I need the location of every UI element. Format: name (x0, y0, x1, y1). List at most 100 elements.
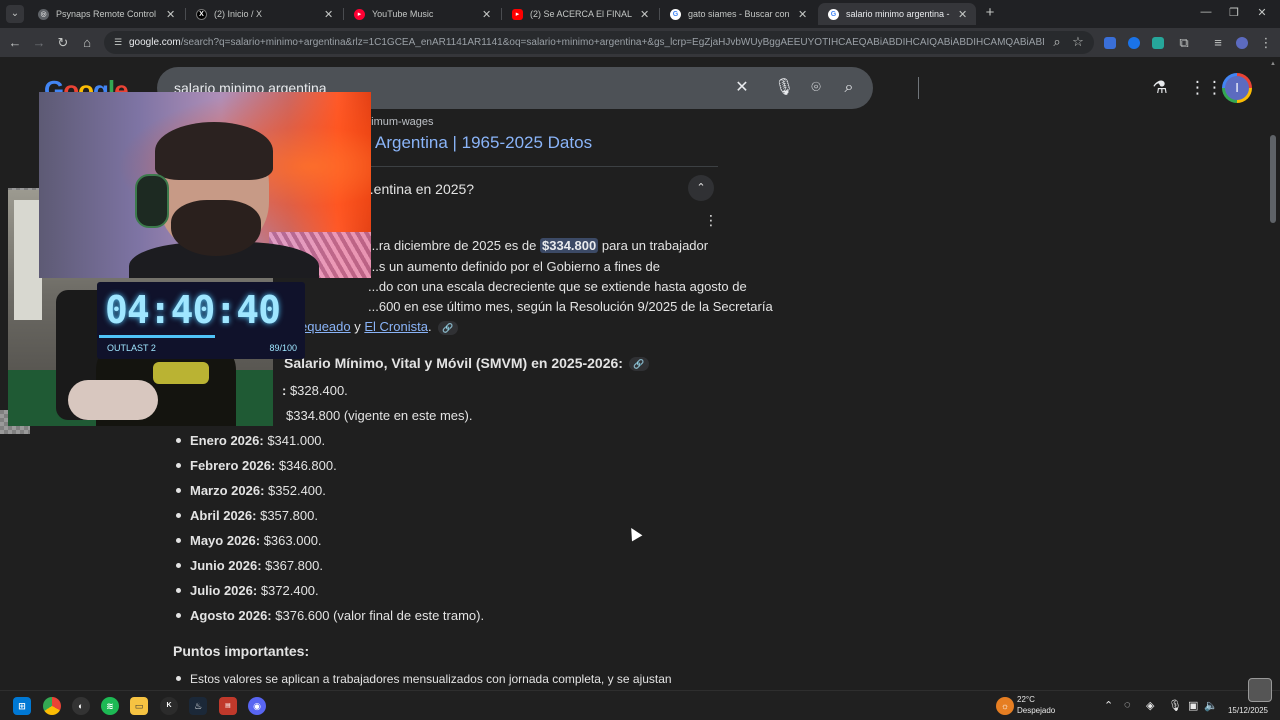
lens-camera-icon[interactable]: ⌾ (807, 79, 825, 97)
spotify-icon[interactable]: ≋ (101, 697, 119, 715)
app-icon[interactable]: ▤ (219, 697, 237, 715)
bookmark-star-icon[interactable]: ☆ (1070, 34, 1086, 50)
faq-question[interactable]: ...entina en 2025? (362, 181, 474, 197)
list-item: Febrero 2026: $346.800. (190, 458, 337, 473)
extensions-puzzle-icon[interactable]: ⧉ (1176, 35, 1192, 51)
tab-salario-minimo[interactable]: G salario minimo argentina - Buscar ✕ (818, 3, 976, 25)
apps-grid-icon[interactable]: ⋮⋮ (1189, 77, 1223, 99)
tab-search-button[interactable]: ⌄ (6, 5, 24, 23)
smvm-heading: Salario Mínimo, Vital y Móvil (SMVM) en … (284, 355, 649, 372)
tab-youtube-music[interactable]: ▸ YouTube Music ✕ (344, 3, 500, 25)
extension-translate-icon[interactable] (1152, 37, 1164, 49)
more-options-icon[interactable]: ⋮ (704, 213, 718, 227)
reading-list-icon[interactable]: ≡ (1210, 35, 1226, 51)
points-heading: Puntos importantes: (173, 643, 310, 659)
list-item: Julio 2026: $372.400. (190, 583, 319, 598)
close-icon[interactable]: ✕ (166, 8, 176, 21)
kick-app-icon[interactable]: K (160, 697, 178, 715)
weather-icon[interactable]: ☼ (996, 697, 1014, 715)
answer-line-5: equeado y El Cronista. 🔗 (300, 319, 458, 335)
list-item: Marzo 2026: $352.400. (190, 483, 326, 498)
tray-app-icon[interactable]: ◌ (1124, 699, 1131, 711)
back-icon[interactable]: ← (7, 35, 23, 51)
chevron-up-icon[interactable]: ⌃ (688, 175, 714, 201)
avatar[interactable]: I (1222, 73, 1252, 103)
microphone-icon[interactable]: 🎙 (1168, 699, 1182, 712)
steam-icon[interactable]: ♨ (189, 697, 207, 715)
chevron-up-icon[interactable]: ⌃ (1104, 699, 1113, 712)
site-info-icon[interactable]: ☰ (112, 36, 124, 48)
minimize-icon[interactable]: — (1198, 6, 1214, 18)
divider (362, 166, 718, 167)
restore-icon[interactable]: ❐ (1226, 6, 1242, 19)
search-icon[interactable]: ⌕ (840, 79, 858, 97)
youtube-music-icon: ▸ (354, 8, 365, 20)
link-icon[interactable]: 🔗 (628, 357, 649, 372)
source-link-el-cronista[interactable]: El Cronista (364, 319, 428, 334)
close-icon[interactable]: ✕ (798, 8, 808, 21)
youtube-icon: ▸ (512, 8, 523, 20)
speedrun-timer: 04:40:40 OUTLAST 2 89/100 (97, 282, 305, 359)
clock-date: 15/12/2025 (1227, 706, 1268, 715)
extension-vpn-icon[interactable] (1128, 37, 1140, 49)
close-icon[interactable]: ✕ (640, 8, 650, 21)
tab-x[interactable]: X (2) Inicio / X ✕ (186, 3, 342, 25)
home-icon[interactable]: ⌂ (79, 35, 95, 51)
source-link-chequeado[interactable]: equeado (300, 319, 351, 334)
google-icon: G (828, 8, 839, 20)
list-item: Enero 2026: $341.000. (190, 433, 326, 448)
close-window-icon[interactable]: ✕ (1254, 6, 1270, 19)
answer-line-1: ...ra diciembre de 2025 es de $334.800 p… (368, 238, 709, 253)
new-tab-button[interactable]: + (982, 5, 998, 21)
link-icon[interactable]: 🔗 (437, 320, 458, 335)
tab-title: YouTube Music (372, 9, 434, 19)
reload-icon[interactable]: ↻ (55, 35, 71, 51)
google-icon: G (670, 8, 681, 20)
address-bar[interactable]: ☰ google.com/search?q=salario+minimo+arg… (104, 31, 1094, 54)
list-item: $334.800 (vigente en este mes). (286, 408, 473, 423)
file-explorer-icon[interactable]: ▭ (130, 697, 148, 715)
timer-progress-bar (99, 335, 215, 338)
list-item: Agosto 2026: $376.600 (valor final de es… (190, 608, 485, 623)
list-item: Abril 2026: $357.800. (190, 508, 318, 523)
menu-kebab-icon[interactable]: ⋮ (1258, 35, 1274, 51)
answer-line-4: ...600 en ese último mes, según la Resol… (368, 299, 773, 314)
scrollbar-thumb[interactable] (1270, 135, 1276, 223)
obs-icon[interactable]: ◐ (72, 697, 90, 715)
discord-icon[interactable]: ◉ (248, 697, 266, 715)
webcam-face-view (39, 92, 371, 278)
tray-app-icon[interactable]: ◈ (1146, 699, 1154, 712)
game-title: OUTLAST 2 (107, 343, 156, 353)
timer-digits: 04:40:40 (105, 288, 281, 332)
windows-start-icon[interactable]: ⊞ (13, 697, 31, 715)
chrome-icon[interactable] (43, 697, 61, 715)
scroll-up-icon[interactable]: ▲ (1269, 61, 1277, 67)
weather-temp: 22°C (1017, 695, 1035, 704)
taskbar: ⊞ ◐ ≋ ▭ K ♨ ▤ ◉ ☼ 22°C Despejado ⌃ ◌ ◈ 🎙… (0, 678, 1280, 720)
close-icon[interactable]: ✕ (324, 8, 334, 21)
close-icon[interactable]: ✕ (958, 8, 968, 21)
browser-toolbar: ← → ↻ ⌂ ☰ google.com/search?q=salario+mi… (0, 28, 1280, 57)
network-icon[interactable]: ▣ (1188, 699, 1198, 712)
close-icon[interactable]: ✕ (482, 8, 492, 21)
answer-line-2: ...s un aumento definido por el Gobierno… (368, 259, 660, 274)
forward-icon[interactable]: → (31, 35, 47, 51)
progress-count: 89/100 (269, 343, 297, 353)
labs-flask-icon[interactable]: ⚗ (1149, 77, 1171, 99)
extension-icon[interactable] (1104, 37, 1116, 49)
tab-title: (2) Inicio / X (214, 9, 263, 19)
clear-icon[interactable]: ✕ (733, 79, 751, 97)
answer-line-3: ...do con una escala decreciente que se … (368, 279, 747, 294)
microphone-icon[interactable]: 🎙 (774, 79, 794, 97)
tab-psynaps[interactable]: ◎ Psynaps Remote Control ✕ (28, 3, 184, 25)
tab-gato-siames[interactable]: G gato siames - Buscar con Google ✕ (660, 3, 816, 25)
address-url: google.com/search?q=salario+minimo+argen… (129, 37, 1044, 48)
list-item: Mayo 2026: $363.000. (190, 533, 322, 548)
result-title[interactable]: Argentina | 1965-2025 Datos (375, 133, 592, 153)
zoom-search-icon[interactable]: ⌕ (1049, 34, 1065, 50)
profile-icon[interactable] (1236, 37, 1248, 49)
tab-youtube-kick[interactable]: ▸ (2) Se ACERCA El FINAL de KICK ✕ (502, 3, 658, 25)
notification-avatar[interactable] (1248, 678, 1272, 702)
highlighted-amount: $334.800 (540, 238, 599, 253)
volume-icon[interactable]: 🔈 (1204, 699, 1218, 712)
